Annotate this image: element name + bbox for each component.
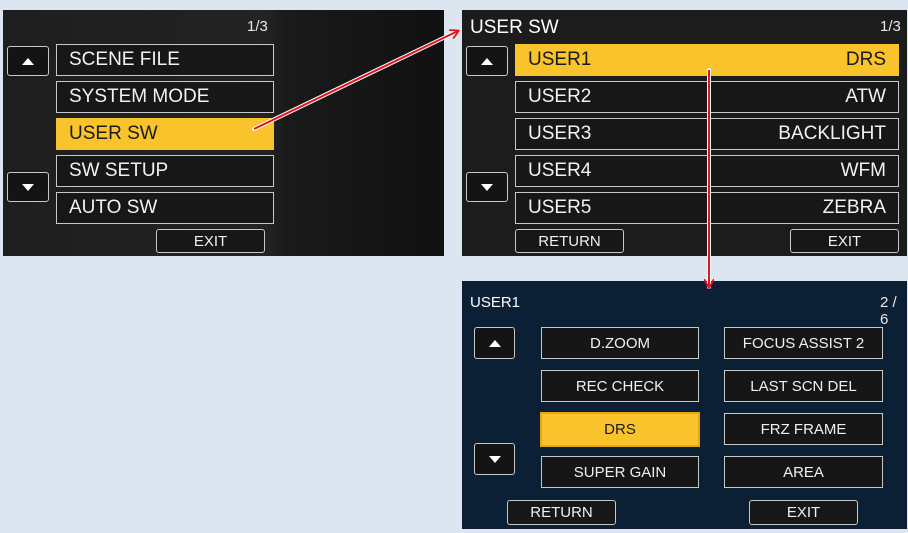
menu-item-user-sw[interactable]: USER SW: [56, 118, 274, 150]
menu-item-label: USER SW: [69, 123, 158, 144]
page-indicator: 2 / 6: [880, 294, 897, 328]
user-row-1[interactable]: USER1 DRS: [515, 44, 899, 76]
triangle-up-icon: [481, 57, 493, 65]
function-super-gain-button[interactable]: SUPER GAIN: [541, 456, 699, 488]
function-area-button[interactable]: AREA: [724, 456, 883, 488]
user-row-name: USER2: [528, 86, 592, 107]
scroll-down-button[interactable]: [7, 172, 49, 202]
function-frz-frame-button[interactable]: FRZ FRAME: [724, 413, 883, 445]
user-row-2[interactable]: USER2 ATW: [515, 81, 899, 113]
triangle-down-icon: [488, 455, 501, 463]
user-row-4[interactable]: USER4 WFM: [515, 155, 899, 187]
triangle-down-icon: [481, 183, 493, 191]
menu-item-scene-file[interactable]: SCENE FILE: [56, 44, 274, 76]
triangle-up-icon: [22, 57, 34, 65]
scroll-up-button[interactable]: [7, 46, 49, 76]
user-row-value: BACKLIGHT: [778, 123, 886, 144]
function-focus-assist-2-button[interactable]: FOCUS ASSIST 2: [724, 327, 883, 359]
menu-item-label: AUTO SW: [69, 197, 158, 218]
scroll-down-button[interactable]: [466, 172, 508, 202]
exit-button[interactable]: EXIT: [749, 500, 858, 525]
main-menu-screen: 1/3 SCENE FILE SYSTEM MODE USER SW SW SE…: [3, 10, 444, 256]
menu-item-label: SW SETUP: [69, 160, 169, 181]
function-last-scn-del-button[interactable]: LAST SCN DEL: [724, 370, 883, 402]
triangle-down-icon: [22, 183, 34, 191]
return-button[interactable]: RETURN: [507, 500, 616, 525]
page-indicator: 1/3: [247, 18, 268, 35]
menu-item-auto-sw[interactable]: AUTO SW: [56, 192, 274, 224]
user-row-value: ATW: [845, 86, 886, 107]
function-drs-button[interactable]: DRS: [540, 412, 700, 447]
user-row-value: ZEBRA: [822, 197, 886, 218]
function-rec-check-button[interactable]: REC CHECK: [541, 370, 699, 402]
menu-item-label: SCENE FILE: [69, 49, 180, 70]
scroll-up-button[interactable]: [474, 327, 515, 359]
screen-title: USER SW: [470, 17, 559, 38]
menu-item-system-mode[interactable]: SYSTEM MODE: [56, 81, 274, 113]
exit-button[interactable]: EXIT: [790, 229, 899, 253]
screen-title: USER1: [470, 294, 521, 311]
user-row-name: USER4: [528, 160, 592, 181]
user-row-value: WFM: [840, 160, 886, 181]
user-sw-screen: USER SW 1/3 USER1 DRS USER2 ATW USER3 BA…: [462, 10, 907, 256]
user1-screen: USER1 2 / 6 D.ZOOM REC CHECK DRS SUPER G…: [462, 281, 907, 529]
function-d-zoom-button[interactable]: D.ZOOM: [541, 327, 699, 359]
user-row-value: DRS: [845, 49, 886, 70]
user-row-5[interactable]: USER5 ZEBRA: [515, 192, 899, 224]
menu-item-label: SYSTEM MODE: [69, 86, 210, 107]
page-indicator: 1/3: [880, 18, 901, 35]
exit-button[interactable]: EXIT: [156, 229, 265, 253]
scroll-up-button[interactable]: [466, 46, 508, 76]
user-row-3[interactable]: USER3 BACKLIGHT: [515, 118, 899, 150]
user-row-name: USER5: [528, 197, 592, 218]
user-row-name: USER3: [528, 123, 592, 144]
return-button[interactable]: RETURN: [515, 229, 624, 253]
menu-item-sw-setup[interactable]: SW SETUP: [56, 155, 274, 187]
triangle-up-icon: [488, 339, 501, 347]
scroll-down-button[interactable]: [474, 443, 515, 475]
user-row-name: USER1: [528, 49, 592, 70]
